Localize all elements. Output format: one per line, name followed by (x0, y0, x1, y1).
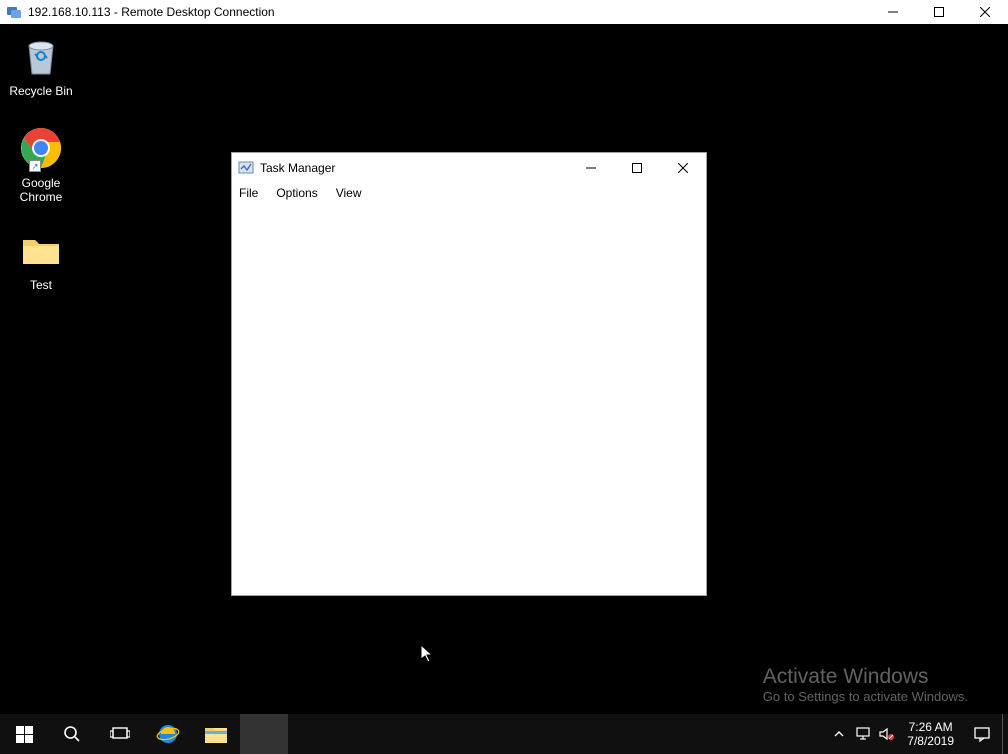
taskbar-app-ie[interactable] (144, 714, 192, 754)
desktop-icon-chrome[interactable]: ↗ Google Chrome (3, 124, 79, 204)
notifications-icon (974, 726, 990, 742)
task-manager-body (232, 203, 706, 595)
folder-icon (17, 226, 65, 274)
clock-time: 7:26 AM (907, 720, 954, 734)
show-desktop-button[interactable] (1002, 714, 1008, 754)
rdp-title-text: 192.168.10.113 - Remote Desktop Connecti… (28, 5, 275, 19)
activate-windows-watermark: Activate Windows Go to Settings to activ… (763, 665, 968, 704)
desktop-icon-recycle-bin[interactable]: Recycle Bin (3, 32, 79, 98)
task-manager-menubar: File Options View (232, 183, 706, 203)
task-view-icon (110, 726, 130, 742)
desktop-icon-label: Test (3, 278, 79, 292)
tray-network-button[interactable] (851, 714, 875, 754)
notifications-button[interactable] (962, 714, 1002, 754)
desktop-icon-label: Recycle Bin (3, 84, 79, 98)
search-button[interactable] (48, 714, 96, 754)
tray-volume-button[interactable] (875, 714, 899, 754)
desktop-icon-label: Google Chrome (3, 176, 79, 204)
rdp-title-bar: 192.168.10.113 - Remote Desktop Connecti… (0, 0, 1008, 24)
rdp-maximize-button[interactable] (916, 0, 962, 24)
search-icon (63, 725, 81, 743)
desktop-icon-test-folder[interactable]: Test (3, 226, 79, 292)
chevron-up-icon (834, 729, 844, 739)
start-button[interactable] (0, 714, 48, 754)
clock-date: 7/8/2019 (907, 734, 954, 748)
watermark-title: Activate Windows (763, 665, 968, 689)
ie-icon (156, 722, 180, 746)
windows-icon (16, 726, 33, 743)
file-explorer-icon (205, 725, 227, 743)
rdp-icon (6, 4, 22, 20)
menu-view[interactable]: View (334, 185, 364, 201)
task-manager-icon (238, 160, 254, 176)
rdp-minimize-button[interactable] (870, 0, 916, 24)
task-manager-window: Task Manager File Options View (231, 152, 707, 596)
taskbar-clock[interactable]: 7:26 AM 7/8/2019 (899, 720, 962, 748)
shortcut-overlay-icon: ↗ (29, 160, 41, 172)
mouse-cursor (420, 644, 434, 669)
task-view-button[interactable] (96, 714, 144, 754)
menu-file[interactable]: File (237, 185, 260, 201)
rdp-close-button[interactable] (962, 0, 1008, 24)
remote-desktop: Recycle Bin ↗ Google Chrome Test (0, 24, 1008, 754)
taskbar: 7:26 AM 7/8/2019 (0, 714, 1008, 754)
chrome-icon: ↗ (17, 124, 65, 172)
tray-overflow-button[interactable] (827, 714, 851, 754)
task-manager-title: Task Manager (260, 161, 335, 175)
menu-options[interactable]: Options (274, 185, 319, 201)
watermark-subtitle: Go to Settings to activate Windows. (763, 689, 968, 704)
taskbar-app-explorer[interactable] (192, 714, 240, 754)
taskbar-app-active-blank[interactable] (240, 714, 288, 754)
recycle-bin-icon (17, 32, 65, 80)
task-manager-close-button[interactable] (660, 153, 706, 183)
task-manager-minimize-button[interactable] (568, 153, 614, 183)
task-manager-maximize-button[interactable] (614, 153, 660, 183)
volume-muted-icon (879, 727, 895, 741)
network-icon (855, 727, 871, 741)
task-manager-titlebar[interactable]: Task Manager (232, 153, 706, 183)
